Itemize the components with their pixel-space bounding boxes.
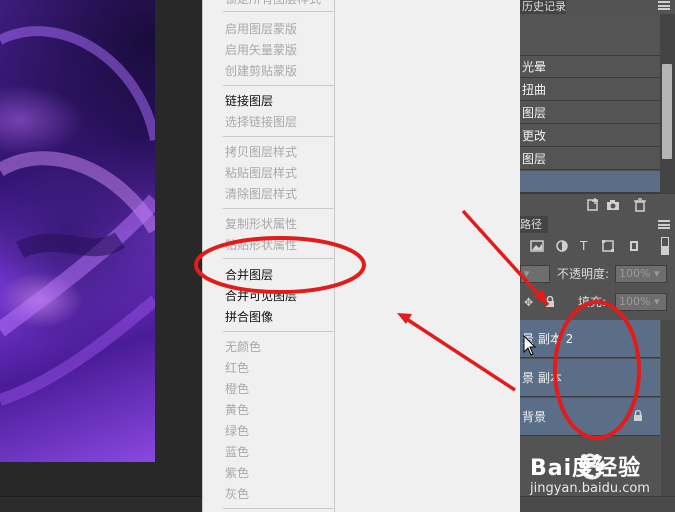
menu-item-paste-layer-style: 粘贴图层样式 (225, 166, 298, 180)
fill-field[interactable]: 100% ▾ (615, 293, 667, 311)
menu-item-clear-layer-style: 清除图层样式 (225, 187, 298, 201)
menu-separator (223, 331, 335, 332)
watermark-brand: Bai度经验 (530, 456, 642, 481)
history-item[interactable]: 更改 (520, 125, 660, 147)
menu-item-blue: 蓝色 (225, 445, 250, 459)
lock-position-icon[interactable]: ✥ (524, 296, 533, 309)
filter-toggle-switch[interactable] (661, 237, 669, 255)
menu-item-select-linked-layers: 选择链接图层 (225, 115, 298, 129)
watermark-url: jingyan.baidu.com (530, 481, 650, 496)
history-item[interactable]: 图层 (520, 148, 660, 170)
adjustment-filter-icon[interactable] (556, 240, 568, 252)
menu-separator (223, 11, 335, 12)
menu-item-no-color: 无颜色 (225, 340, 262, 354)
opacity-label: 不透明度: (557, 267, 610, 281)
menu-item-red: 红色 (225, 361, 250, 375)
menu-item-green: 绿色 (225, 424, 250, 438)
menu-separator (223, 85, 335, 86)
menu-item-gray: 灰色 (225, 487, 250, 501)
blend-mode-dropdown[interactable]: ▾ (520, 265, 550, 283)
canvas-horizontal-scrollbar[interactable] (0, 496, 202, 512)
menu-item-create-clipping-mask: 创建剪贴蒙版 (225, 64, 298, 78)
history-scrollbar[interactable] (660, 14, 675, 194)
history-footer (520, 193, 675, 216)
menu-item-orange: 橙色 (225, 382, 250, 396)
history-tab[interactable]: 历史记录 (520, 0, 566, 14)
snapshot-camera-icon[interactable] (606, 198, 620, 212)
menu-separator (223, 508, 335, 509)
fill-label: 填充: (578, 295, 607, 309)
trash-icon[interactable] (633, 198, 647, 212)
history-item[interactable]: 光晕 (520, 56, 660, 78)
menu-item-paste-shape-attributes: 粘贴形状属性 (225, 238, 298, 252)
history-panel: 历史记录 光晕 扭曲 图层 更改 图层 (520, 0, 675, 216)
menu-separator (223, 136, 335, 137)
smart-object-filter-icon[interactable] (628, 240, 640, 252)
panel-menu-icon[interactable] (658, 220, 670, 229)
layer-row-copy-2[interactable]: 景 副本 2 (520, 320, 660, 358)
menu-item-flatten-image[interactable]: 拼合图像 (225, 307, 273, 327)
history-item-blank[interactable] (520, 15, 660, 56)
panel-menu-icon[interactable] (658, 1, 670, 10)
menu-item-partial: 锁定所有图层样式 (225, 0, 321, 9)
layer-row-copy[interactable]: 景 副本 (520, 359, 660, 397)
menu-separator (223, 258, 335, 259)
lock-all-icon[interactable] (545, 296, 555, 308)
history-item-selected[interactable] (520, 171, 660, 193)
menu-item-enable-vector-mask: 启用矢量蒙版 (225, 43, 298, 57)
history-scrollbar-thumb[interactable] (662, 64, 672, 159)
fill-value: 100% (619, 295, 651, 308)
paths-tab[interactable]: 路径 (520, 216, 548, 233)
menu-backdrop (335, 0, 522, 512)
menu-item-merge-visible[interactable]: 合并可见图层 (225, 286, 297, 306)
layer-context-menu: 锁定所有图层样式 启用图层蒙版 启用矢量蒙版 创建剪贴蒙版 链接图层 选择链接图… (202, 0, 335, 512)
layer-lock-icon (634, 410, 642, 421)
opacity-field[interactable]: 100% ▾ (615, 265, 667, 283)
menu-item-merge-layers[interactable]: 合并图层 (225, 265, 273, 285)
new-document-from-state-icon[interactable] (586, 198, 600, 212)
history-item[interactable]: 图层 (520, 102, 660, 124)
menu-item-enable-layer-mask: 启用图层蒙版 (225, 22, 298, 36)
opacity-value: 100% (619, 267, 651, 280)
image-filter-icon[interactable] (530, 240, 544, 252)
menu-item-copy-layer-style: 拷贝图层样式 (225, 145, 298, 159)
shape-filter-icon[interactable] (602, 240, 614, 252)
history-item[interactable]: 扭曲 (520, 79, 660, 101)
canvas-swirl-decoration (0, 26, 155, 406)
menu-item-yellow: 黄色 (225, 403, 250, 417)
menu-item-copy-shape-attributes: 复制形状属性 (225, 217, 298, 231)
text-filter-icon[interactable]: T (580, 239, 587, 253)
menu-item-violet: 紫色 (225, 466, 250, 480)
history-list: 光晕 扭曲 图层 更改 图层 (520, 15, 660, 193)
menu-separator (223, 208, 335, 209)
menu-item-link-layers[interactable]: 链接图层 (225, 91, 273, 111)
